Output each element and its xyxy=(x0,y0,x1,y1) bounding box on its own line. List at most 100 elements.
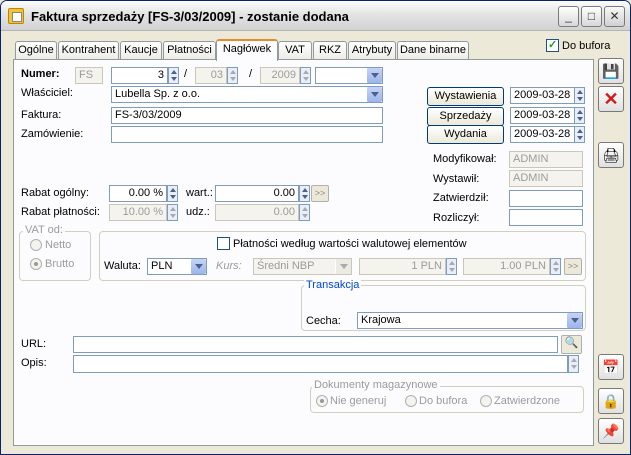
wystawil-label: Wystawił: xyxy=(433,173,480,185)
numer-year-field: 2009 xyxy=(260,67,300,84)
chevron-down-icon xyxy=(566,313,582,328)
dokumenty-do-bufora-radio xyxy=(405,395,417,407)
tab-dane-binarne[interactable]: Dane binarne xyxy=(397,41,469,60)
cecha-label: Cecha: xyxy=(306,315,341,327)
zamowienie-field[interactable] xyxy=(111,126,383,143)
window-title: Faktura sprzedaży [FS-3/03/2009] - zosta… xyxy=(31,9,349,24)
wystawienia-date-stepper[interactable] xyxy=(574,87,585,104)
vat-brutto-radio xyxy=(30,258,42,270)
wydania-date-stepper[interactable] xyxy=(574,126,585,143)
modyfikowal-label: Modyfikował: xyxy=(433,153,497,165)
wart-stepper[interactable] xyxy=(299,185,310,202)
dokumenty-nie-generuj-label: Nie generuj xyxy=(330,395,387,407)
close-button[interactable]: ✕ xyxy=(604,6,625,27)
wystawienia-date-field[interactable]: 2009-03-28 xyxy=(510,87,575,104)
tab-atrybuty[interactable]: Atrybuty xyxy=(348,41,396,60)
kurs-label: Kurs: xyxy=(216,260,242,272)
red-x-icon: ✕ xyxy=(603,89,619,109)
dokumenty-zatwierdzone-label: Zatwierdzone xyxy=(494,395,561,407)
waluta-label: Waluta: xyxy=(104,260,141,272)
tab-naglowek[interactable]: Nagłówek xyxy=(216,39,278,61)
sprzedazy-button[interactable]: Sprzedaży xyxy=(427,107,504,126)
save-button[interactable]: 💾 xyxy=(598,58,624,84)
sprzedazy-date-stepper[interactable] xyxy=(574,107,585,124)
tab-kontrahent[interactable]: Kontrahent xyxy=(58,41,119,60)
cecha-select[interactable]: Krajowa xyxy=(357,312,583,329)
platnosci-wedlug-checkbox[interactable] xyxy=(217,237,230,250)
rabat-platnosci-field: 10.00 % xyxy=(109,204,167,221)
vat-brutto-label: Brutto xyxy=(45,258,75,270)
rozliczyl-field xyxy=(509,209,583,226)
numer-number-stepper[interactable] xyxy=(168,67,179,84)
opis-label: Opis: xyxy=(21,357,47,369)
url-label: URL: xyxy=(21,338,47,350)
wart-more-button[interactable]: >> xyxy=(311,185,329,202)
kurs-rate2-field: 1.00 PLN xyxy=(463,258,550,275)
wart-label: wart.: xyxy=(186,187,213,199)
modyfikowal-field: ADMIN xyxy=(509,151,583,168)
chevron-down-icon xyxy=(335,259,351,274)
rabat-platnosci-label: Rabat płatności: xyxy=(21,206,100,218)
calendar-button[interactable]: 📅 xyxy=(598,354,624,380)
kurs-rate1-stepper xyxy=(446,258,457,275)
tab-kaucje[interactable]: Kaucje xyxy=(120,41,162,60)
print-button[interactable]: 🖨 xyxy=(598,142,624,168)
waluta-select[interactable]: PLN xyxy=(147,258,207,275)
opis-field[interactable] xyxy=(73,355,568,373)
numer-prefix-field: FS xyxy=(75,67,103,84)
zatwierdzil-label: Zatwierdził: xyxy=(433,192,489,204)
chevron-down-icon xyxy=(366,87,382,102)
wydania-button[interactable]: Wydania xyxy=(427,125,504,144)
tab-ogolne[interactable]: Ogólne xyxy=(15,41,57,60)
browse-url-icon[interactable]: 🔍 xyxy=(561,335,582,354)
cancel-button[interactable]: ✕ xyxy=(598,86,624,112)
faktura-field[interactable]: FS-3/03/2009 xyxy=(111,107,383,124)
zatwierdzil-field xyxy=(509,190,583,207)
numer-number-field[interactable]: 3 xyxy=(111,67,168,84)
dokumenty-do-bufora-label: Do bufora xyxy=(419,395,468,407)
numer-series-select[interactable] xyxy=(315,67,383,84)
minimize-button[interactable]: _ xyxy=(558,6,579,27)
wydania-date-field[interactable]: 2009-03-28 xyxy=(510,126,575,143)
kurs-rate1-field: 1 PLN xyxy=(359,258,446,275)
tab-rkz[interactable]: RKZ xyxy=(313,41,347,60)
chevron-down-icon xyxy=(190,259,206,274)
zamowienie-label: Zamówienie: xyxy=(21,128,84,140)
kurs-value: Średni NBP xyxy=(257,260,315,272)
udz-field: 0.00 xyxy=(215,204,299,221)
vat-od-title: VAT od: xyxy=(23,224,65,236)
invoice-window: Faktura sprzedaży [FS-3/03/2009] - zosta… xyxy=(0,0,631,455)
rabat-ogolny-field[interactable]: 0.00 % xyxy=(109,185,167,202)
opis-scrollbar[interactable] xyxy=(568,355,579,373)
rabat-ogolny-stepper[interactable] xyxy=(167,185,178,202)
rabat-ogolny-label: Rabat ogólny: xyxy=(21,187,89,199)
url-field[interactable] xyxy=(73,336,558,353)
title-bar[interactable]: Faktura sprzedaży [FS-3/03/2009] - zosta… xyxy=(1,1,630,31)
numer-month-field: 03 xyxy=(195,67,227,84)
wystawienia-button[interactable]: Wystawienia xyxy=(427,87,504,106)
numer-year-stepper xyxy=(300,67,311,84)
dokumenty-title: Dokumenty magazynowe xyxy=(312,379,440,391)
maximize-button[interactable]: □ xyxy=(581,6,602,27)
wlasciciel-value: Lubella Sp. z o.o. xyxy=(115,88,201,100)
lock-button[interactable]: 🔒 xyxy=(598,388,624,414)
tab-vat[interactable]: VAT xyxy=(278,41,312,60)
tab-platnosci[interactable]: Płatności xyxy=(163,41,216,60)
kurs-more-button: >> xyxy=(564,258,582,275)
transakcja-title: Transakcja xyxy=(304,279,362,291)
cecha-value: Krajowa xyxy=(361,314,401,326)
kurs-rate2-stepper xyxy=(550,258,561,275)
wart-field[interactable]: 0.00 xyxy=(215,185,299,202)
sprzedazy-date-field[interactable]: 2009-03-28 xyxy=(510,107,575,124)
vat-netto-radio xyxy=(30,239,42,251)
faktura-label: Faktura: xyxy=(21,109,62,121)
wlasciciel-select[interactable]: Lubella Sp. z o.o. xyxy=(111,86,383,103)
header-panel: Numer: FS 3 / 03 / 2009 Właściciel: Lube… xyxy=(13,59,594,446)
numer-sep-2: / xyxy=(249,68,253,80)
wlasciciel-label: Właściciel: xyxy=(21,87,73,99)
vat-netto-label: Netto xyxy=(45,239,72,251)
numer-month-stepper xyxy=(227,67,238,84)
pin-button[interactable]: 📌 xyxy=(598,418,624,444)
floppy-disk-icon: 💾 xyxy=(602,63,620,79)
do-bufora-checkbox[interactable] xyxy=(546,38,559,52)
